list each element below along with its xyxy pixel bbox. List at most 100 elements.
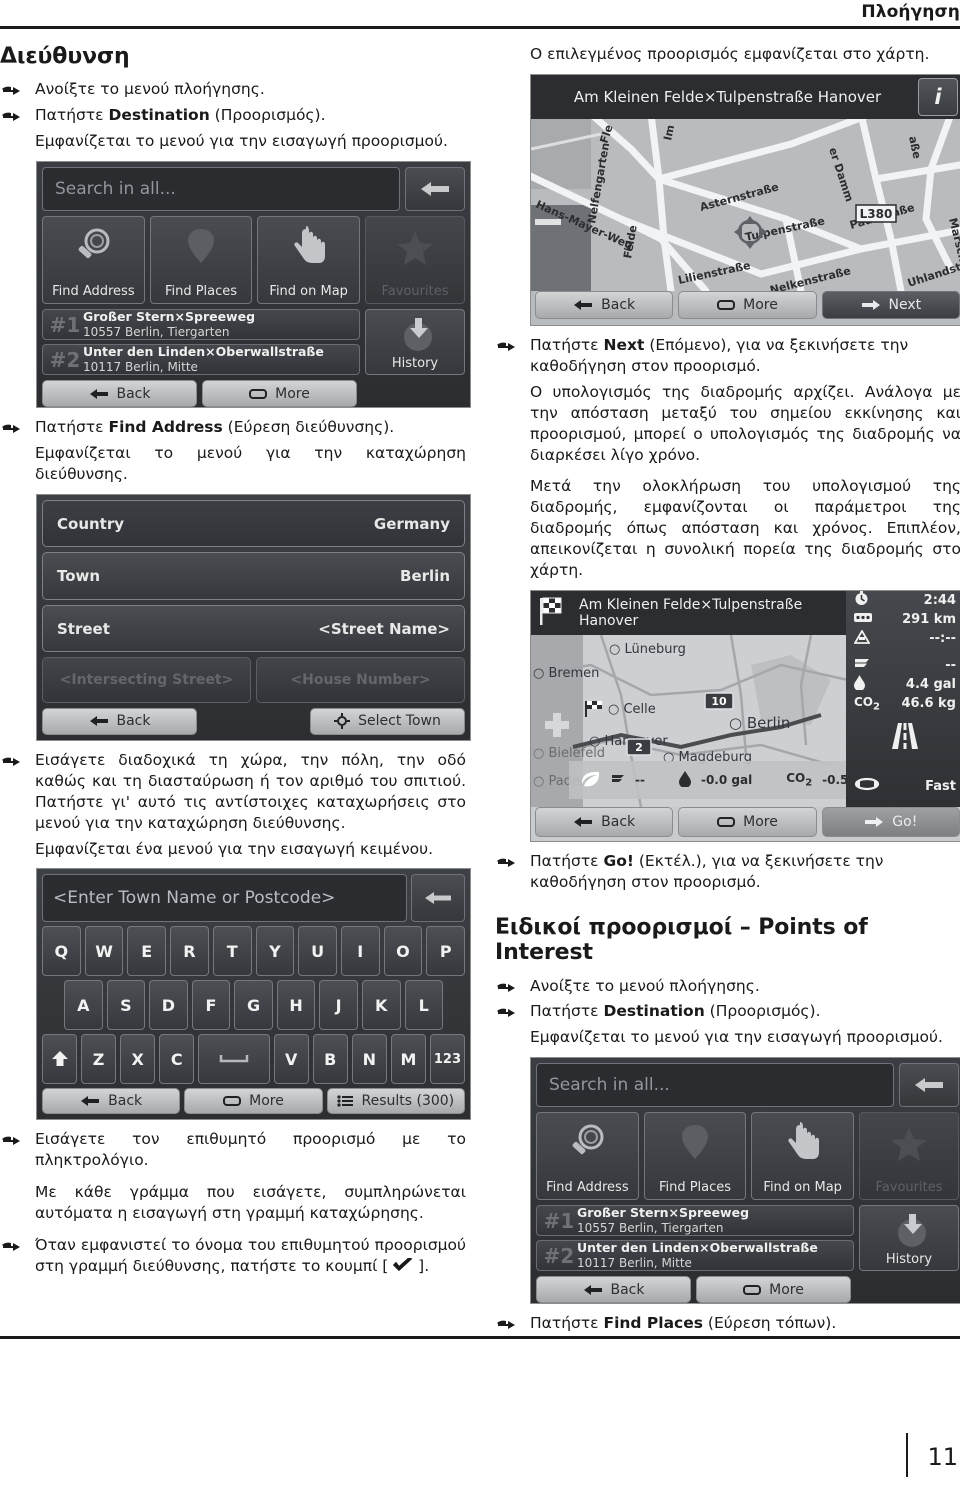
more-button[interactable]: More bbox=[202, 380, 357, 408]
key-e[interactable]: E bbox=[127, 926, 167, 977]
row-street[interactable]: Street <Street Name> bbox=[42, 604, 465, 653]
intersecting-street-field[interactable]: <Intersecting Street> bbox=[42, 657, 251, 703]
bottom-bar: Back More Go! bbox=[531, 807, 960, 841]
key-i[interactable]: I bbox=[340, 926, 380, 977]
tile-find-address[interactable]: Find Address bbox=[42, 216, 145, 305]
more-button[interactable]: More bbox=[678, 290, 817, 319]
history-item[interactable]: #2 Unter den Linden×Oberwallstraße 10117… bbox=[536, 1240, 854, 1272]
note-autocomplete: Με κάθε γράμμα που εισάγετε, συμπληρώνετ… bbox=[35, 1183, 466, 1223]
note-destination-menu-poi: Εμφανίζεται το μενού για την εισαγωγή πρ… bbox=[530, 1028, 943, 1047]
row-country[interactable]: Country Germany bbox=[42, 499, 465, 548]
tile-find-on-map[interactable]: Find on Map bbox=[751, 1112, 855, 1201]
key-p[interactable]: P bbox=[426, 926, 466, 977]
footer-rule bbox=[0, 1336, 960, 1339]
more-button[interactable]: More bbox=[184, 1088, 323, 1115]
tile-favourites[interactable]: Favourites bbox=[365, 216, 466, 305]
back-label: Back bbox=[601, 296, 636, 313]
key-h[interactable]: H bbox=[276, 980, 316, 1031]
history-item[interactable]: #2 Unter den Linden×Oberwallstraße 10117… bbox=[42, 344, 360, 376]
route-type-row[interactable]: Fast bbox=[846, 755, 960, 799]
key-k[interactable]: K bbox=[361, 980, 401, 1031]
key-v[interactable]: V bbox=[273, 1034, 309, 1085]
key-q[interactable]: Q bbox=[42, 926, 81, 977]
info-icon[interactable]: i bbox=[918, 77, 958, 116]
svg-text:L380: L380 bbox=[860, 207, 893, 221]
key-g[interactable]: G bbox=[234, 980, 273, 1031]
history-subtitle: 10117 Berlin, Mitte bbox=[577, 1256, 692, 1271]
back-button[interactable]: Back bbox=[535, 290, 674, 319]
backspace-button[interactable] bbox=[411, 874, 465, 923]
leaf-icon bbox=[579, 770, 601, 791]
route-type-value: Fast bbox=[925, 778, 956, 794]
history-index: #1 bbox=[543, 1208, 575, 1233]
search-input[interactable]: Search in all... bbox=[536, 1063, 894, 1108]
tile-label: Find Address bbox=[52, 284, 135, 300]
tile-favourites[interactable]: Favourites bbox=[859, 1112, 960, 1201]
tile-label: Find Places bbox=[164, 284, 238, 300]
history-item[interactable]: #1 Großer Stern×Spreeweg 10557 Berlin, T… bbox=[42, 309, 360, 341]
step-press-go: Πατήστε Go! (Εκτέλ.), για να ξεκινήσετε … bbox=[495, 851, 960, 893]
results-button[interactable]: Results (300) bbox=[326, 1088, 465, 1115]
svg-text:2: 2 bbox=[635, 741, 643, 754]
route-icon bbox=[854, 777, 880, 795]
search-input[interactable]: Search in all... bbox=[42, 167, 400, 212]
more-button[interactable]: More bbox=[678, 807, 817, 838]
key-x[interactable]: X bbox=[120, 1034, 156, 1085]
key-s[interactable]: S bbox=[106, 980, 146, 1031]
key-u[interactable]: U bbox=[298, 926, 337, 977]
house-number-field[interactable]: <House Number> bbox=[256, 657, 465, 703]
key-o[interactable]: O bbox=[383, 926, 423, 977]
left-column: Διεύθυνση Ανοίξτε το μενού πλοήγησης. Πα… bbox=[0, 44, 471, 1282]
para-route-parameters: Μετά την ολοκλήρωση του υπολογισμού της … bbox=[530, 477, 960, 580]
key-space[interactable] bbox=[198, 1034, 270, 1085]
key-shift[interactable] bbox=[42, 1034, 78, 1085]
key-m[interactable]: M bbox=[390, 1034, 426, 1085]
tile-find-places[interactable]: Find Places bbox=[643, 1112, 747, 1201]
key-b[interactable]: B bbox=[312, 1034, 348, 1085]
tile-find-on-map[interactable]: Find on Map bbox=[257, 216, 361, 305]
key-w[interactable]: W bbox=[84, 926, 124, 977]
row-town[interactable]: Town Berlin bbox=[42, 552, 465, 600]
more-button[interactable]: More bbox=[696, 1276, 851, 1304]
town-name-input[interactable]: <Enter Town Name or Postcode> bbox=[42, 874, 407, 923]
history-button[interactable]: History bbox=[365, 309, 465, 376]
key-a[interactable]: A bbox=[64, 980, 103, 1031]
select-town-button[interactable]: Select Town bbox=[310, 707, 465, 735]
key-t[interactable]: T bbox=[212, 926, 252, 977]
note-text-entry-menu: Εμφανίζεται ένα μενού για την εισαγωγή κ… bbox=[35, 839, 434, 858]
tile-label: Favourites bbox=[381, 284, 449, 300]
history-subtitle: 10557 Berlin, Tiergarten bbox=[577, 1221, 724, 1236]
back-arrow-button[interactable] bbox=[899, 1063, 959, 1108]
next-button[interactable]: Next bbox=[821, 290, 960, 319]
bottom-spacer bbox=[856, 1276, 954, 1303]
key-c[interactable]: C bbox=[159, 1034, 195, 1085]
key-n[interactable]: N bbox=[351, 1034, 387, 1085]
route-title-bar: Am Kleinen Felde×Tulpenstraße Hanover bbox=[531, 591, 846, 636]
back-button[interactable]: Back bbox=[536, 1276, 691, 1304]
step-text-post: (Εύρεση διεύθυνσης). bbox=[222, 418, 395, 437]
back-button[interactable]: Back bbox=[42, 380, 197, 408]
key-z[interactable]: Z bbox=[81, 1034, 117, 1085]
key-d[interactable]: D bbox=[149, 980, 188, 1031]
history-item[interactable]: #1 Großer Stern×Spreeweg 10557 Berlin, T… bbox=[536, 1205, 854, 1237]
key-y[interactable]: Y bbox=[255, 926, 295, 977]
tile-find-address[interactable]: Find Address bbox=[536, 1112, 639, 1201]
back-button[interactable]: Back bbox=[535, 807, 674, 838]
fuel-icon bbox=[678, 770, 691, 790]
history-button[interactable]: History bbox=[859, 1205, 959, 1272]
key-123[interactable]: 123 bbox=[429, 1034, 465, 1085]
back-button[interactable]: Back bbox=[42, 1088, 181, 1115]
go-button[interactable]: Go! bbox=[821, 807, 960, 838]
back-arrow-button[interactable] bbox=[405, 167, 465, 212]
bottom-spacer bbox=[362, 380, 460, 407]
left-arrow-icon bbox=[81, 1096, 100, 1107]
key-f[interactable]: F bbox=[191, 980, 231, 1031]
key-j[interactable]: J bbox=[319, 980, 358, 1031]
stat-traffic: -- bbox=[846, 656, 960, 675]
tile-find-places[interactable]: Find Places bbox=[149, 216, 253, 305]
pointing-hand-icon bbox=[752, 1121, 853, 1169]
key-r[interactable]: R bbox=[170, 926, 209, 977]
back-button[interactable]: Back bbox=[42, 707, 197, 735]
map-canvas[interactable]: Fle Im Asternstraße Tulpenstraße er Damm… bbox=[531, 118, 960, 291]
key-l[interactable]: L bbox=[404, 980, 444, 1031]
